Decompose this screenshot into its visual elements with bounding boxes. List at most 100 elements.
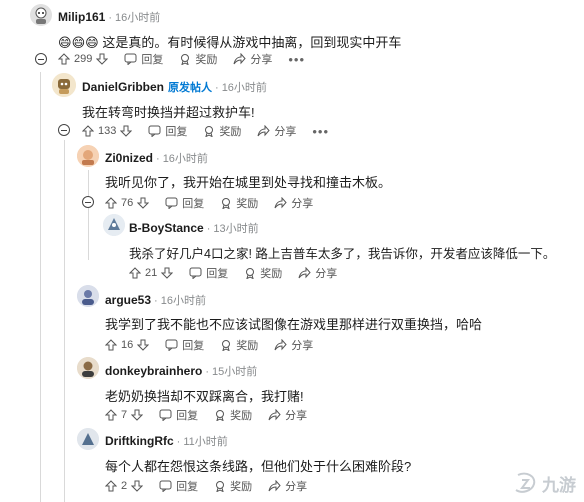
share-button[interactable]: 分享: [268, 478, 307, 494]
vote-count: 299: [74, 53, 93, 65]
share-button[interactable]: 分享: [274, 337, 313, 353]
comment-body: 我学到了我不能也不应该试图像在游戏里那样进行双重换挡，哈哈: [105, 317, 483, 332]
share-button[interactable]: 分享: [274, 195, 313, 211]
vote-control: 76: [105, 197, 150, 209]
downvote-icon[interactable]: [120, 125, 133, 137]
avatar[interactable]: [77, 357, 99, 379]
share-icon: [257, 125, 271, 137]
share-icon: [233, 53, 247, 65]
upvote-icon[interactable]: [105, 197, 117, 209]
comment-header: argue53 · 16小时前: [105, 293, 206, 307]
collapse-button[interactable]: [35, 53, 47, 65]
timestamp: 16小时前: [115, 12, 161, 24]
avatar[interactable]: [77, 145, 99, 167]
share-button[interactable]: 分享: [268, 407, 307, 423]
thread-line: [64, 140, 65, 502]
collapse-button[interactable]: [58, 124, 70, 136]
share-button[interactable]: 分享: [233, 51, 272, 67]
upvote-icon[interactable]: [105, 409, 117, 421]
vote-count: 76: [121, 197, 134, 209]
ninegame-logo-icon: [515, 472, 536, 493]
comment-body: 每个人都在怨恨这条线路，但他们处于什么困难阶段?: [105, 459, 412, 474]
award-icon: [205, 126, 214, 137]
share-icon: [274, 197, 287, 209]
reply-button[interactable]: 回复: [165, 195, 204, 211]
reply-button[interactable]: 回复: [124, 51, 163, 67]
award-icon: [222, 340, 231, 351]
share-button[interactable]: 分享: [257, 123, 296, 139]
avatar[interactable]: [77, 428, 99, 450]
award-button[interactable]: 奖励: [220, 337, 258, 353]
reply-button[interactable]: 回复: [148, 123, 187, 139]
award-button[interactable]: 奖励: [220, 195, 258, 211]
avatar[interactable]: [77, 285, 99, 307]
award-button[interactable]: 奖励: [214, 407, 252, 423]
downvote-icon[interactable]: [131, 480, 144, 492]
comment-actions: 16 回复 奖励 分享: [105, 337, 329, 353]
reply-button[interactable]: 回复: [189, 265, 228, 281]
avatar[interactable]: [103, 214, 125, 236]
upvote-icon[interactable]: [58, 53, 70, 65]
award-button[interactable]: 奖励: [244, 265, 282, 281]
watermark-text: 九游: [542, 476, 576, 495]
comment-body: 😄😄😄 这是真的。有时候得从游戏中抽离，回到现实中开车: [58, 32, 401, 51]
comment-body: 我听见你了，我开始在城里到处寻找和撞击木板。: [105, 175, 392, 190]
avatar[interactable]: [52, 73, 76, 97]
upvote-icon[interactable]: [129, 267, 141, 279]
reply-icon: [165, 197, 178, 209]
username[interactable]: DriftkingRfc: [105, 434, 174, 448]
comment-header: DriftkingRfc · 11小时前: [105, 434, 228, 448]
comment-actions: 299 回复 奖励 分享 •••: [58, 51, 305, 67]
upvote-icon[interactable]: [105, 339, 117, 351]
downvote-icon[interactable]: [96, 53, 109, 65]
downvote-icon[interactable]: [161, 267, 174, 279]
emoji: 😄: [58, 35, 72, 50]
upvote-icon[interactable]: [82, 125, 94, 137]
reply-icon: [165, 339, 178, 351]
username[interactable]: DanielGribben: [82, 80, 164, 94]
vote-count: 2: [121, 480, 128, 492]
share-button[interactable]: 分享: [298, 265, 337, 281]
timestamp: 15小时前: [212, 366, 258, 378]
username[interactable]: argue53: [105, 293, 151, 307]
share-icon: [298, 267, 311, 279]
comment-body: 我杀了好几户4口之家! 路上吉普车太多了，我告诉你，开发者应该降低一下。: [129, 247, 556, 261]
vote-count: 16: [121, 339, 134, 351]
reply-button[interactable]: 回复: [159, 478, 198, 494]
reply-icon: [189, 267, 202, 279]
watermark: 九游: [512, 471, 576, 496]
comment-header: DanielGribben 原发帖人 · 16小时前: [82, 80, 267, 94]
award-button[interactable]: 奖励: [203, 123, 241, 139]
thread-line: [88, 170, 89, 260]
share-icon: [268, 480, 281, 492]
comment-actions: 21 回复 奖励 分享: [129, 265, 353, 281]
username[interactable]: B-BoyStance: [129, 221, 204, 235]
reply-button[interactable]: 回复: [159, 407, 198, 423]
comment-actions: 2 回复 奖励 分享: [105, 478, 323, 494]
upvote-icon[interactable]: [105, 480, 117, 492]
vote-control: 16: [105, 339, 150, 351]
emoji: 😄: [85, 35, 99, 50]
downvote-icon[interactable]: [137, 197, 150, 209]
vote-control: 2: [105, 480, 144, 492]
username[interactable]: donkeybrainhero: [105, 364, 202, 378]
vote-control: 21: [129, 267, 174, 279]
timestamp: 13小时前: [213, 223, 259, 235]
more-options-icon[interactable]: •••: [312, 124, 329, 139]
username[interactable]: Zi0nized: [105, 151, 153, 165]
comment-header: donkeybrainhero · 15小时前: [105, 364, 258, 378]
reply-button[interactable]: 回复: [165, 337, 204, 353]
thread-line: [40, 72, 41, 502]
comment-body: 我在转弯时换挡并超过救护车!: [82, 105, 255, 120]
vote-control: 133: [82, 125, 133, 137]
award-button[interactable]: 奖励: [214, 478, 252, 494]
op-badge: 原发帖人: [168, 82, 213, 94]
more-options-icon[interactable]: •••: [288, 52, 305, 67]
avatar[interactable]: [30, 4, 52, 26]
username[interactable]: Milip161: [58, 10, 105, 24]
vote-control: 299: [58, 53, 109, 65]
downvote-icon[interactable]: [137, 339, 150, 351]
award-button[interactable]: 奖励: [179, 51, 217, 67]
downvote-icon[interactable]: [131, 409, 144, 421]
collapse-button[interactable]: [82, 196, 94, 208]
